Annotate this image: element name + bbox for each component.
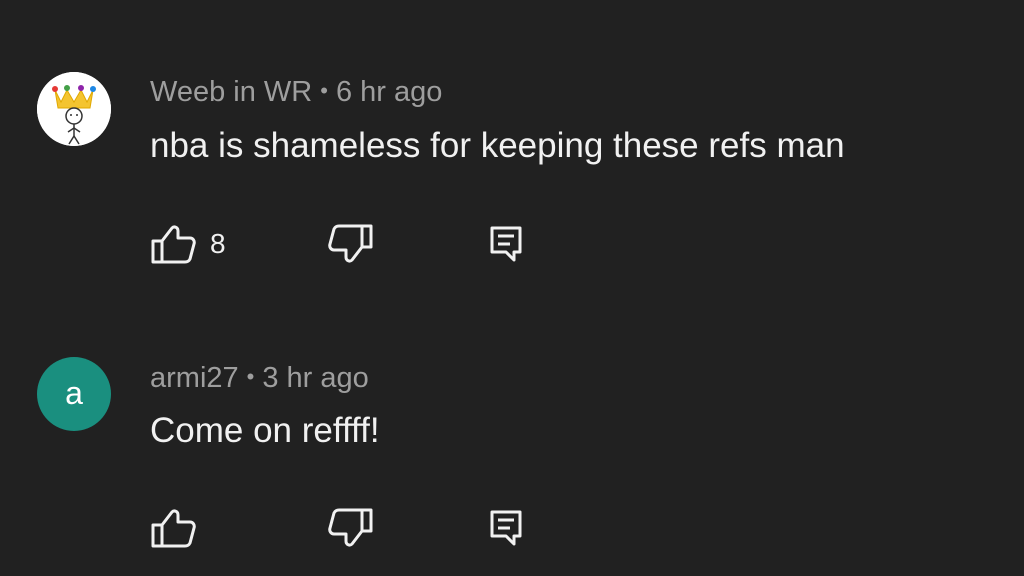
thumbs-up-icon [151, 225, 196, 264]
thumbs-up-icon [151, 509, 196, 548]
avatar[interactable] [37, 72, 111, 146]
comment-text: Come on reffff! [150, 411, 380, 450]
reply-button[interactable] [488, 222, 524, 266]
comment-meta: armi27 • 3 hr ago [150, 360, 369, 398]
dislike-button[interactable] [328, 506, 374, 550]
comment-meta: Weeb in WR • 6 hr ago [150, 74, 442, 112]
reply-icon [490, 226, 522, 262]
like-count: 8 [210, 228, 226, 259]
comment-actions [150, 506, 550, 550]
avatar[interactable]: a [37, 357, 111, 431]
meta-separator: • [320, 78, 328, 103]
comment-author[interactable]: armi27 [150, 362, 239, 394]
meta-separator: • [246, 364, 255, 389]
dislike-button[interactable] [328, 222, 374, 266]
crowned-stick-figure-icon [37, 72, 111, 146]
thumbs-down-icon [328, 224, 373, 263]
comment-time: 3 hr ago [262, 362, 369, 394]
reply-icon [490, 510, 522, 546]
like-button[interactable] [150, 506, 210, 550]
thumbs-down-icon [328, 508, 373, 547]
comment-actions: 8 [150, 222, 550, 266]
like-button[interactable]: 8 [150, 222, 226, 266]
comment-text: nba is shameless for keeping these refs … [150, 126, 845, 165]
comment-time: 6 hr ago [335, 76, 443, 108]
comment-author[interactable]: Weeb in WR [150, 76, 312, 108]
reply-button[interactable] [488, 506, 524, 550]
